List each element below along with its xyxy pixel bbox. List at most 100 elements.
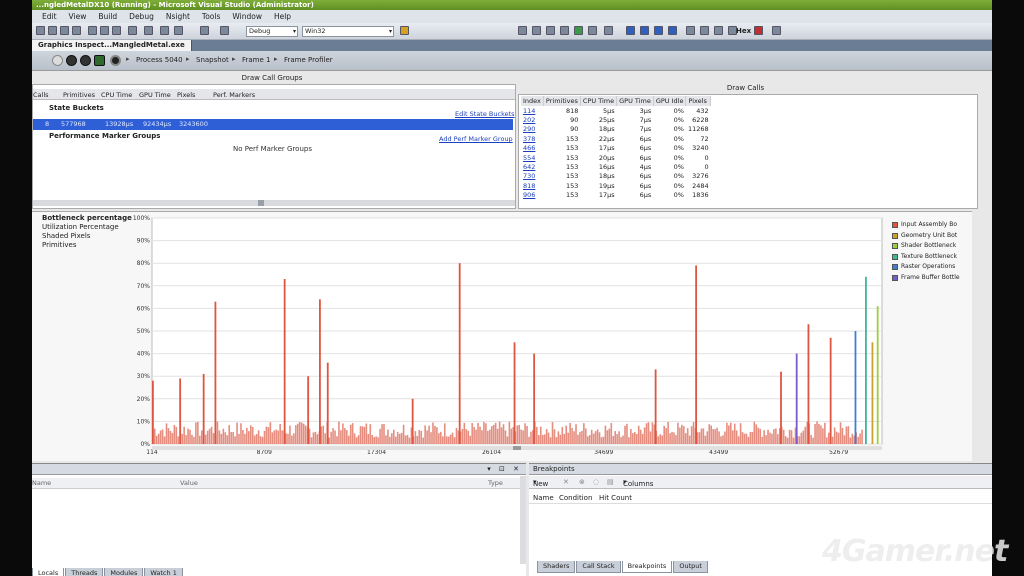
draw-call-row[interactable]: 818 153 19μs 6μs 0% 2484 <box>521 181 711 190</box>
disable-all-breakpoints-icon[interactable]: ◌ <box>593 478 599 486</box>
back-icon[interactable] <box>52 55 63 66</box>
column-hit-count[interactable]: Hit Count <box>599 494 632 502</box>
open-file-icon[interactable] <box>48 26 57 35</box>
draw-call-row[interactable]: 906 153 17μs 6μs 0% 1836 <box>521 191 711 200</box>
column-name[interactable]: Name <box>32 479 51 487</box>
draw-call-row[interactable]: 730 153 18μs 6μs 0% 3276 <box>521 172 711 181</box>
column-gpu-idle[interactable]: GPU Idle <box>653 96 687 106</box>
delete-all-breakpoints-icon[interactable]: ⊗ <box>579 478 585 486</box>
step-over-icon[interactable] <box>714 26 723 35</box>
legend-item[interactable]: Geometry Unit Bot <box>892 231 960 242</box>
paste-icon[interactable] <box>112 26 121 35</box>
column-primitives[interactable]: Primitives <box>63 91 95 99</box>
save-all-icon[interactable] <box>72 26 81 35</box>
menu-nsight[interactable]: Nsight <box>166 10 190 23</box>
restart-icon[interactable] <box>668 26 677 35</box>
cell-index[interactable]: 290 <box>521 125 543 134</box>
draw-call-row[interactable]: 202 90 25μs 7μs 0% 6228 <box>521 115 711 124</box>
draw-call-row[interactable]: 466 153 17μs 6μs 0% 3240 <box>521 144 711 153</box>
tab-watch-1[interactable]: Watch 1 <box>144 568 183 576</box>
delete-breakpoint-icon[interactable]: ✕ <box>563 478 569 486</box>
navigate-back-icon[interactable] <box>160 26 169 35</box>
column-type[interactable]: Type <box>488 479 503 487</box>
nsight-frame-icon[interactable] <box>588 26 597 35</box>
menu-edit[interactable]: Edit <box>42 10 57 23</box>
save-icon[interactable] <box>60 26 69 35</box>
column-condition[interactable]: Condition <box>559 494 592 502</box>
menu-view[interactable]: View <box>69 10 87 23</box>
configuration-dropdown[interactable]: Debug ▾ <box>246 26 298 37</box>
home-icon[interactable] <box>80 55 91 66</box>
cell-index[interactable]: 378 <box>521 134 543 143</box>
stop-debugging-icon[interactable] <box>654 26 663 35</box>
copy-icon[interactable] <box>100 26 109 35</box>
step-into-icon[interactable] <box>700 26 709 35</box>
menu-tools[interactable]: Tools <box>202 10 220 23</box>
new-project-icon[interactable] <box>36 26 45 35</box>
undo-icon[interactable] <box>128 26 137 35</box>
navigate-forward-icon[interactable] <box>174 26 183 35</box>
legend-item[interactable]: Texture Bottleneck <box>892 252 960 263</box>
platform-dropdown[interactable]: Win32 ▾ <box>302 26 394 37</box>
break-all-icon[interactable] <box>640 26 649 35</box>
breakpoint-icon[interactable] <box>754 26 763 35</box>
breadcrumb-frame-profiler[interactable]: Frame Profiler <box>284 56 333 64</box>
tab-modules[interactable]: Modules <box>104 568 144 576</box>
nsight-hud-icon[interactable] <box>546 26 555 35</box>
new-breakpoint-dropdown[interactable]: New ▾ <box>533 478 548 488</box>
breadcrumb-process[interactable]: Process 5040 <box>136 56 183 64</box>
draw-call-row[interactable]: 378 153 22μs 6μs 0% 72 <box>521 134 711 143</box>
tab-shaders[interactable]: Shaders <box>537 561 576 573</box>
continue-icon[interactable] <box>626 26 635 35</box>
panel-window-controls[interactable]: ▾ ⊡ ✕ <box>487 465 522 473</box>
column-cpu-time[interactable]: CPU Time <box>580 96 618 106</box>
column-value[interactable]: Value <box>180 479 198 487</box>
toolbar-options-icon[interactable] <box>772 26 781 35</box>
tab-graphics-inspector[interactable]: Graphics Inspect...MangledMetal.exe <box>32 40 192 51</box>
tab-call-stack[interactable]: Call Stack <box>576 561 621 573</box>
menu-debug[interactable]: Debug <box>129 10 154 23</box>
draw-call-row[interactable]: 290 90 18μs 7μs 0% 11268 <box>521 125 711 134</box>
cell-index[interactable]: 906 <box>521 191 543 200</box>
draw-call-row[interactable]: 642 153 16μs 4μs 0% 0 <box>521 162 711 171</box>
redo-icon[interactable] <box>144 26 153 35</box>
legend-item[interactable]: Raster Operations <box>892 262 960 273</box>
column-primitives[interactable]: Primitives <box>543 96 581 106</box>
find-icon[interactable] <box>220 26 229 35</box>
locals-vertical-scrollbar[interactable] <box>520 476 526 564</box>
column-pixels[interactable]: Pixels <box>685 96 712 106</box>
column-cpu-time[interactable]: CPU Time <box>101 91 132 99</box>
menu-build[interactable]: Build <box>98 10 117 23</box>
scrollbar-thumb[interactable] <box>258 200 264 206</box>
nsight-graph-icon[interactable] <box>574 26 583 35</box>
refresh-icon[interactable] <box>94 55 105 66</box>
column-gpu-time[interactable]: GPU Time <box>616 96 654 106</box>
show-next-statement-icon[interactable] <box>686 26 695 35</box>
draw-call-row[interactable]: 554 153 20μs 6μs 0% 0 <box>521 153 711 162</box>
nsight-options-icon[interactable] <box>560 26 569 35</box>
find-in-files-icon[interactable] <box>400 26 409 35</box>
state-bucket-row-selected[interactable]: 8 577968 13928μs 92434μs 3243600 <box>33 119 513 130</box>
column-gpu-time[interactable]: GPU Time <box>139 91 171 99</box>
hex-toggle[interactable]: Hex <box>736 27 751 35</box>
cell-index[interactable]: 818 <box>521 181 543 190</box>
breadcrumb-snapshot[interactable]: Snapshot <box>196 56 229 64</box>
cut-icon[interactable] <box>88 26 97 35</box>
nsight-capture-icon[interactable] <box>532 26 541 35</box>
tab-breakpoints[interactable]: Breakpoints <box>621 561 673 573</box>
cell-index[interactable]: 114 <box>521 106 543 115</box>
nsight-window-icon[interactable] <box>604 26 613 35</box>
cell-index[interactable]: 466 <box>521 144 543 153</box>
columns-dropdown[interactable]: Columns ▾ <box>623 478 653 488</box>
cell-index[interactable]: 554 <box>521 153 543 162</box>
cell-index[interactable]: 202 <box>521 115 543 124</box>
draw-call-row[interactable]: 114 818 5μs 3μs 0% 432 <box>521 106 711 115</box>
tab-locals[interactable]: Locals <box>32 568 65 576</box>
column-name[interactable]: Name <box>533 494 554 502</box>
add-perf-marker-group-link[interactable]: Add Perf Marker Group <box>439 135 513 143</box>
menu-help[interactable]: Help <box>274 10 291 23</box>
column-calls[interactable]: Calls <box>33 91 49 99</box>
column-pixels[interactable]: Pixels <box>177 91 195 99</box>
nsight-toolbar-icon[interactable] <box>518 26 527 35</box>
legend-item[interactable]: Shader Bottleneck <box>892 241 960 252</box>
